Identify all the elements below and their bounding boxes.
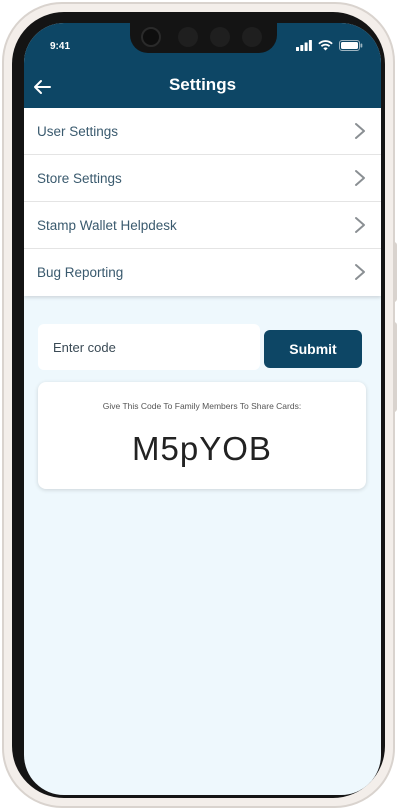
share-code-value: M5pYOB	[132, 430, 272, 467]
share-code-card: Give This Code To Family Members To Shar…	[38, 382, 366, 489]
page-title: Settings	[168, 75, 237, 94]
menu-item-bug-reporting[interactable]: Bug Reporting	[24, 249, 381, 296]
settings-menu: User Settings Store Settings Stamp Walle…	[24, 108, 381, 296]
camera-notch	[130, 23, 277, 53]
sensor-icon	[210, 27, 230, 47]
chevron-right-icon	[355, 170, 365, 186]
chevron-right-icon	[355, 264, 365, 280]
sensor-icon	[178, 27, 198, 47]
app-screen: 9:41 Settings User Settings Store Settin…	[24, 23, 381, 795]
battery-icon	[339, 40, 363, 51]
menu-item-store-settings[interactable]: Store Settings	[24, 155, 381, 202]
camera-lens-icon	[141, 27, 161, 47]
menu-item-stamp-wallet-helpdesk[interactable]: Stamp Wallet Helpdesk	[24, 202, 381, 249]
code-entry-row: Submit	[38, 324, 368, 370]
volume-button	[393, 242, 397, 302]
chevron-right-icon	[355, 217, 365, 233]
sensor-icon	[242, 27, 262, 47]
wifi-icon	[318, 40, 333, 51]
menu-item-label: Stamp Wallet Helpdesk	[37, 217, 177, 233]
status-time: 9:41	[50, 41, 71, 52]
menu-item-label: Store Settings	[37, 170, 122, 186]
menu-item-label: Bug Reporting	[37, 265, 124, 280]
chevron-right-icon	[355, 123, 365, 139]
code-input[interactable]	[38, 324, 260, 370]
signal-icon	[296, 40, 312, 51]
submit-button[interactable]: Submit	[264, 330, 362, 368]
share-code-label: Give This Code To Family Members To Shar…	[102, 401, 302, 411]
menu-item-label: User Settings	[37, 123, 119, 139]
app-header: 9:41 Settings	[24, 23, 381, 108]
status-icons	[296, 40, 363, 51]
power-button	[393, 322, 397, 412]
menu-item-user-settings[interactable]: User Settings	[24, 108, 381, 155]
phone-frame: 9:41 Settings User Settings Store Settin…	[2, 2, 397, 808]
